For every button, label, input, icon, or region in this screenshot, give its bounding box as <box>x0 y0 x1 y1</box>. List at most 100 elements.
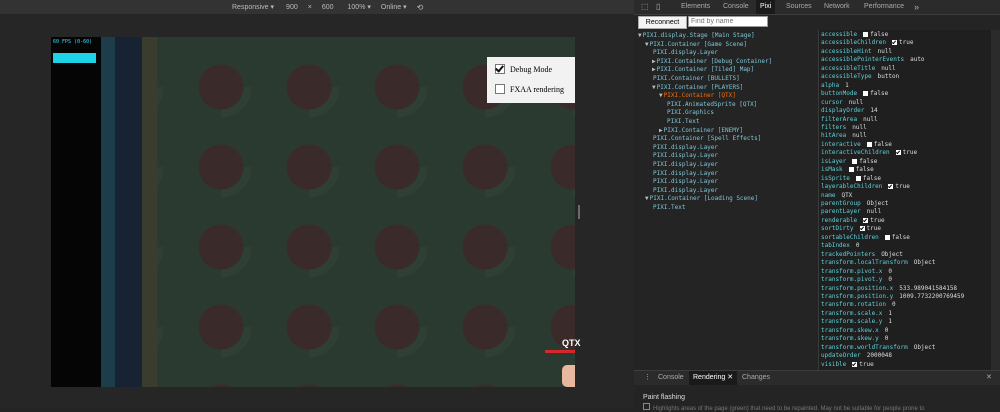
paint-flashing-checkbox[interactable] <box>643 403 650 410</box>
tree-node[interactable]: ▼PIXI.Container [Game Scene] <box>645 41 747 49</box>
tree-node[interactable]: ▶PIXI.Container [Debug Container] <box>652 58 772 66</box>
property-checkbox[interactable] <box>855 175 861 181</box>
property-value[interactable]: null <box>852 132 866 139</box>
property-value[interactable]: false <box>870 31 888 38</box>
expanded-arrow-icon[interactable]: ▼ <box>638 32 642 39</box>
property-value[interactable]: true <box>867 225 881 232</box>
collapsed-arrow-icon[interactable]: ▶ <box>659 127 663 134</box>
viewport-resize-handle[interactable] <box>578 205 580 219</box>
tree-node[interactable]: PIXI.Text <box>666 118 700 126</box>
tree-node[interactable]: PIXI.display.Layer <box>652 144 718 152</box>
tree-node[interactable]: PIXI.display.Layer <box>652 178 718 186</box>
property-value[interactable]: null <box>881 65 895 72</box>
property-value[interactable]: false <box>863 175 881 182</box>
property-value[interactable]: 0 <box>888 268 892 275</box>
property-value[interactable]: 1 <box>845 82 849 89</box>
drawer-menu-icon[interactable]: ⋮ <box>644 371 651 385</box>
property-value[interactable]: true <box>895 183 909 190</box>
property-value[interactable]: null <box>849 99 863 106</box>
property-checkbox[interactable] <box>852 158 858 164</box>
height-input[interactable]: 600 <box>322 4 334 11</box>
tree-node[interactable]: PIXI.Container [BULLETS] <box>652 75 740 83</box>
tab-performance[interactable]: Performance <box>864 0 904 14</box>
tab-pixi[interactable]: Pixi <box>756 0 776 14</box>
property-value[interactable]: Object <box>914 259 936 266</box>
drawer-tab-changes[interactable]: Changes <box>742 371 770 385</box>
tree-node[interactable]: PIXI.display.Layer <box>652 161 718 169</box>
tree-node[interactable]: ▶PIXI.Container [Tiled] Map] <box>652 66 754 74</box>
property-value[interactable]: null <box>878 48 892 55</box>
property-value[interactable]: false <box>859 158 877 165</box>
tree-node[interactable]: PIXI.display.Layer <box>652 49 718 57</box>
property-checkbox[interactable] <box>852 361 858 367</box>
property-value[interactable]: false <box>874 141 892 148</box>
property-value[interactable]: Object <box>914 344 936 351</box>
debug-mode-option[interactable]: Debug Mode <box>495 63 552 75</box>
tree-node[interactable]: ▶PIXI.Container [ENEMY] <box>659 127 743 135</box>
collapsed-arrow-icon[interactable]: ▶ <box>652 66 656 73</box>
property-value[interactable]: null <box>863 116 877 123</box>
property-value[interactable]: true <box>899 39 913 46</box>
property-checkbox[interactable] <box>859 226 865 232</box>
property-checkbox[interactable] <box>884 234 890 240</box>
width-input[interactable]: 900 <box>286 4 298 11</box>
network-throttle-select[interactable]: Online ▾ <box>381 3 407 11</box>
property-value[interactable]: false <box>892 234 910 241</box>
property-checkbox[interactable] <box>892 40 898 46</box>
expanded-arrow-icon[interactable]: ▼ <box>652 84 656 91</box>
drawer-tab-rendering[interactable]: Rendering ✕ <box>689 371 738 385</box>
zoom-select[interactable]: 100% ▾ <box>348 3 371 11</box>
property-value[interactable]: false <box>856 166 874 173</box>
tree-node[interactable]: PIXI.AnimatedSprite [QTX] <box>666 101 757 109</box>
device-select[interactable]: Responsive ▾ <box>232 3 274 11</box>
tab-elements[interactable]: Elements <box>681 0 710 14</box>
property-checkbox[interactable] <box>866 141 872 147</box>
more-tabs-icon[interactable]: » <box>914 0 919 14</box>
tree-node-selected[interactable]: ▼PIXI.Container [QTX] <box>659 92 736 100</box>
property-value[interactable]: 14 <box>870 107 877 114</box>
properties-scrollbar[interactable] <box>991 30 1000 370</box>
property-value[interactable]: true <box>859 361 873 368</box>
drawer-tab-console[interactable]: Console <box>658 371 684 385</box>
tab-sources[interactable]: Sources <box>786 0 812 14</box>
property-checkbox[interactable] <box>848 167 854 173</box>
tab-network[interactable]: Network <box>824 0 850 14</box>
tree-node[interactable]: PIXI.Container [Spell Effects] <box>652 135 761 143</box>
property-checkbox[interactable] <box>863 91 869 97</box>
property-value[interactable]: true <box>870 217 884 224</box>
property-value[interactable]: Object <box>881 251 903 258</box>
property-checkbox[interactable] <box>895 150 901 156</box>
tree-node[interactable]: ▼PIXI.Container [PLAYERS] <box>652 84 743 92</box>
property-value[interactable]: false <box>870 90 888 97</box>
reconnect-button[interactable]: Reconnect <box>638 16 687 29</box>
property-value[interactable]: true <box>903 149 917 156</box>
property-value[interactable]: 1 <box>888 310 892 317</box>
property-value[interactable]: 0 <box>856 242 860 249</box>
close-tab-icon[interactable]: ✕ <box>727 374 733 381</box>
property-value[interactable]: 533.989041584158 <box>899 285 957 292</box>
property-value[interactable]: button <box>878 73 900 80</box>
property-checkbox[interactable] <box>863 217 869 223</box>
fxaa-option[interactable]: FXAA rendering <box>495 83 564 95</box>
tree-node[interactable]: PIXI.Text <box>652 204 686 212</box>
rotate-icon[interactable]: ⟲ <box>417 3 424 12</box>
property-value[interactable]: Object <box>867 200 889 207</box>
property-value[interactable]: 1 <box>888 318 892 325</box>
property-checkbox[interactable] <box>863 32 869 37</box>
expanded-arrow-icon[interactable]: ▼ <box>645 41 649 48</box>
device-toggle-icon[interactable]: ▯ <box>656 0 660 14</box>
property-checkbox[interactable] <box>888 184 894 190</box>
property-value[interactable]: 0 <box>885 335 889 342</box>
tree-node[interactable]: ▼PIXI.Container [Loading Scene] <box>645 195 758 203</box>
property-value[interactable]: 2000048 <box>867 352 892 359</box>
find-by-name-input[interactable] <box>688 16 768 27</box>
tree-node[interactable]: PIXI.display.Layer <box>652 170 718 178</box>
fxaa-checkbox[interactable] <box>495 84 505 94</box>
tree-node[interactable]: ▼PIXI.display.Stage [Main Stage] <box>638 32 755 40</box>
property-value[interactable]: 1009.7732200769459 <box>899 293 964 300</box>
close-drawer-icon[interactable]: ✕ <box>986 371 992 385</box>
property-value[interactable]: auto <box>910 56 924 63</box>
property-value[interactable]: QTX <box>841 192 852 199</box>
property-value[interactable]: null <box>852 124 866 131</box>
property-value[interactable]: null <box>867 208 881 215</box>
